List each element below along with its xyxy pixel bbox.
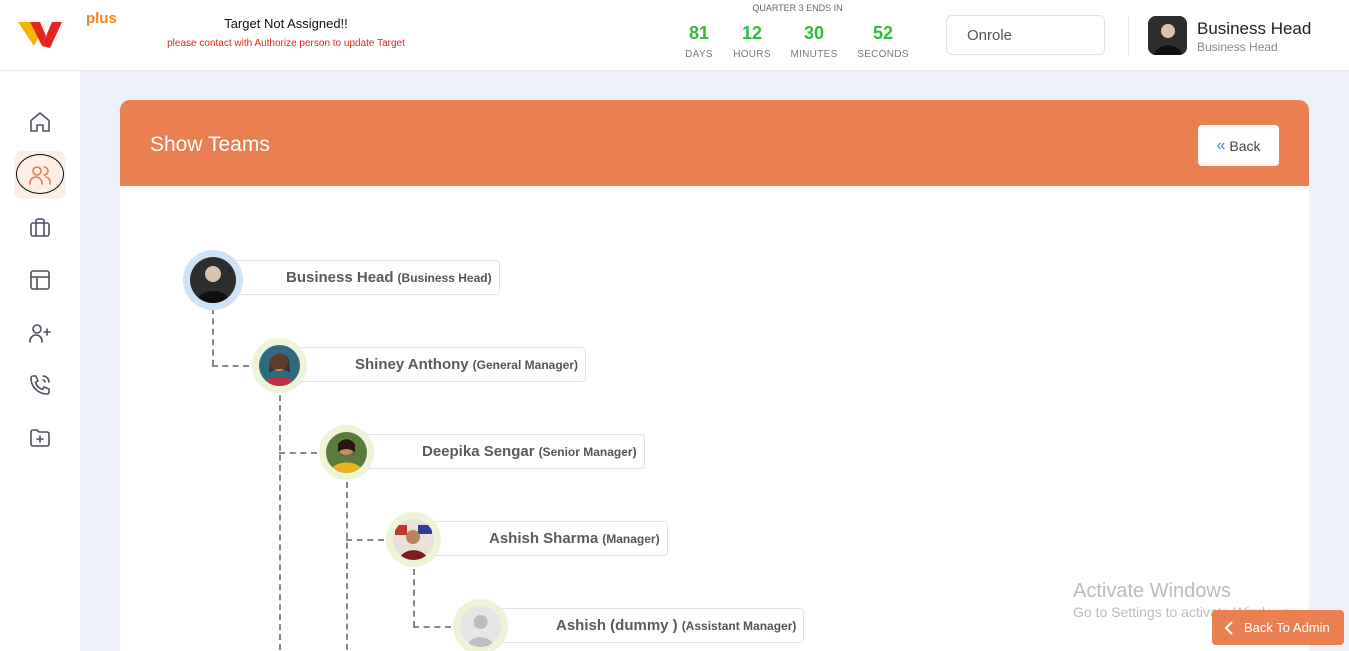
sidebar-item-add-user[interactable] bbox=[20, 313, 60, 353]
countdown-seconds-value: 52 bbox=[872, 23, 894, 43]
user-photo-icon bbox=[1148, 16, 1187, 55]
member-photo-icon bbox=[326, 432, 367, 473]
tree-connector bbox=[279, 452, 317, 454]
tree-connector bbox=[346, 482, 348, 651]
countdown-seconds: 52 SECONDS bbox=[853, 22, 913, 60]
page-title: Show Teams bbox=[150, 133, 270, 156]
user-avatar[interactable] bbox=[1148, 16, 1187, 55]
team-node-label[interactable]: Ashish (dummy ) (Assistant Manager) bbox=[488, 608, 805, 643]
briefcase-icon bbox=[30, 218, 50, 237]
tree-connector bbox=[212, 308, 214, 366]
phone-icon bbox=[30, 375, 50, 395]
card-header: Show Teams « Back bbox=[120, 100, 1309, 186]
member-role: (Manager) bbox=[602, 531, 660, 546]
team-node-label[interactable]: Shiney Anthony (General Manager) bbox=[287, 347, 586, 382]
windows-activation-watermark-title: Activate Windows bbox=[1073, 580, 1231, 602]
tree-connector bbox=[279, 395, 281, 651]
back-button[interactable]: « Back bbox=[1198, 125, 1279, 166]
countdown-minutes-value: 30 bbox=[803, 23, 825, 43]
sidebar-item-teams[interactable] bbox=[14, 151, 66, 199]
member-role: (Business Head) bbox=[397, 270, 492, 285]
member-name: Deepika Sengar bbox=[422, 443, 535, 460]
quarter-countdown-label: QUARTER 3 ENDS IN bbox=[752, 3, 843, 13]
user-role: Business Head bbox=[1197, 40, 1278, 54]
team-node-avatar[interactable] bbox=[326, 432, 367, 473]
cursor-highlight bbox=[16, 154, 64, 194]
role-type-select[interactable]: Onrole bbox=[946, 15, 1105, 55]
member-photo-icon bbox=[190, 257, 236, 303]
tree-connector bbox=[346, 539, 384, 541]
member-role: (Assistant Manager) bbox=[681, 618, 797, 633]
top-header: plus Target Not Assigned!! please contac… bbox=[0, 0, 1349, 71]
target-status-subtitle: please contact with Authorize person to … bbox=[167, 38, 405, 49]
chevron-left-icon bbox=[1224, 620, 1233, 635]
member-role: (Senior Manager) bbox=[538, 444, 637, 459]
tree-connector bbox=[413, 569, 415, 627]
team-node-label[interactable]: Business Head (Business Head) bbox=[218, 260, 500, 295]
member-photo-icon bbox=[259, 345, 300, 386]
member-photo-icon bbox=[393, 519, 434, 560]
countdown-days-value: 81 bbox=[688, 23, 710, 43]
member-name: Shiney Anthony bbox=[355, 356, 469, 373]
tree-connector bbox=[413, 626, 451, 628]
team-node-label[interactable]: Deepika Sengar (Senior Manager) bbox=[354, 434, 645, 469]
countdown-minutes: 30 MINUTES bbox=[784, 22, 844, 60]
target-status-title: Target Not Assigned!! bbox=[224, 16, 348, 31]
countdown-seconds-label: SECONDS bbox=[857, 49, 909, 60]
header-divider bbox=[1128, 15, 1129, 57]
sidebar-item-calls[interactable] bbox=[20, 365, 60, 405]
countdown-days: 81 DAYS bbox=[669, 22, 729, 60]
sidebar-item-briefcase[interactable] bbox=[20, 208, 60, 248]
tree-connector bbox=[212, 365, 249, 367]
countdown-hours-label: HOURS bbox=[733, 49, 771, 60]
member-role: (General Manager) bbox=[472, 357, 578, 372]
team-node-label[interactable]: Ashish Sharma (Manager) bbox=[421, 521, 668, 556]
user-plus-icon bbox=[29, 324, 51, 343]
back-to-admin-button[interactable]: Back To Admin bbox=[1212, 610, 1344, 645]
sidebar-item-layout[interactable] bbox=[20, 260, 60, 300]
countdown-hours: 12 HOURS bbox=[722, 22, 782, 60]
sidebar-item-folder[interactable] bbox=[20, 418, 60, 458]
double-chevron-left-icon: « bbox=[1216, 136, 1226, 154]
team-node-avatar[interactable] bbox=[393, 519, 434, 560]
back-button-label: Back bbox=[1229, 137, 1261, 154]
sidebar-nav bbox=[0, 71, 80, 651]
brand-logo[interactable]: plus bbox=[16, 6, 117, 50]
countdown-minutes-label: MINUTES bbox=[790, 49, 838, 60]
team-node-avatar[interactable] bbox=[259, 345, 300, 386]
back-to-admin-label: Back To Admin bbox=[1244, 620, 1330, 635]
team-node-avatar[interactable] bbox=[460, 606, 501, 647]
default-avatar-icon bbox=[460, 606, 501, 647]
home-icon bbox=[30, 112, 50, 132]
layout-icon bbox=[30, 270, 50, 290]
sidebar-item-home[interactable] bbox=[20, 102, 60, 142]
logo-plus-text: plus bbox=[86, 10, 117, 27]
countdown-hours-value: 12 bbox=[741, 23, 763, 43]
member-name: Business Head bbox=[286, 269, 394, 286]
user-name[interactable]: Business Head bbox=[1197, 19, 1311, 39]
countdown-days-label: DAYS bbox=[685, 49, 713, 60]
member-name: Ashish (dummy ) bbox=[556, 617, 678, 634]
logo-mark-icon bbox=[18, 22, 62, 48]
member-name: Ashish Sharma bbox=[489, 530, 599, 547]
team-node-avatar[interactable] bbox=[190, 257, 236, 303]
folder-plus-icon bbox=[30, 429, 50, 447]
show-teams-card: Show Teams « Back Business Head (Busines… bbox=[120, 100, 1309, 651]
